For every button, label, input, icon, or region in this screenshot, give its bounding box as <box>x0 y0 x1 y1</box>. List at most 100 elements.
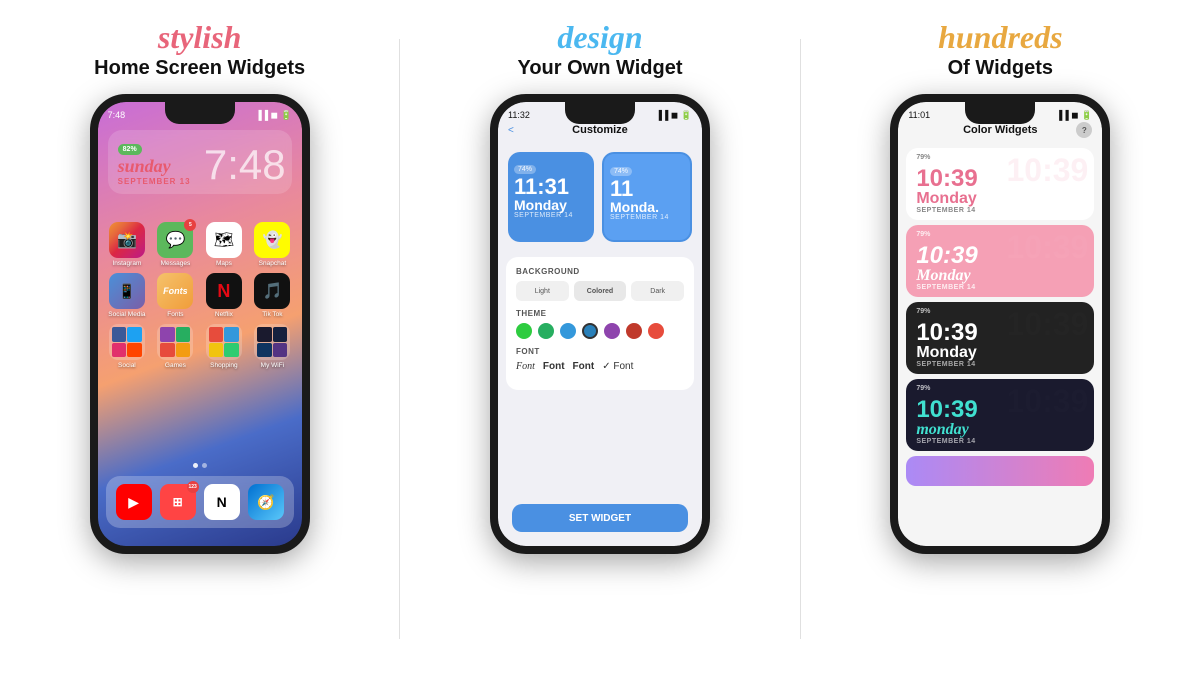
app-snap[interactable]: 👻 Snapchat <box>251 222 294 267</box>
netflix-icon: N <box>206 273 242 309</box>
cw-widget-pink[interactable]: 79% 10:39 10:39 Monday SEPTEMBER 14 <box>906 225 1094 297</box>
cw-date-light: SEPTEMBER 14 <box>916 207 1084 214</box>
dot-2 <box>202 463 207 468</box>
dock-shortcut[interactable]: ⊞ 123 <box>160 484 196 520</box>
nav-bar-2: < Customize <box>498 124 702 136</box>
cw-date-teal: SEPTEMBER 14 <box>916 438 1084 445</box>
phone3-wrap: 11:01 ▐▐ ◼ 🔋 Color Widgets ? 79% <box>890 94 1110 554</box>
instagram-icon: 📸 <box>109 222 145 258</box>
dock-youtube[interactable]: ▶ <box>116 484 152 520</box>
app-folder-games[interactable]: Games <box>154 324 197 369</box>
wp-battery-2: 74% <box>610 167 632 176</box>
messages-badge: 5 <box>184 219 196 231</box>
app-label-instagram: Instagram <box>112 260 141 267</box>
phone3-body: 11:01 ▐▐ ◼ 🔋 Color Widgets ? 79% <box>890 94 1110 554</box>
background-label: BACKGROUND <box>516 267 684 276</box>
folder-shopping <box>206 324 242 360</box>
wp-battery-1: 74% <box>514 165 536 174</box>
app-label-snap: Snapchat <box>259 260 286 267</box>
status-time-1: 7:48 <box>108 110 126 120</box>
theme-dot-6[interactable] <box>626 323 642 339</box>
cw-bg-time-teal: 10:39 <box>1006 385 1088 417</box>
page-dots-1 <box>193 463 207 468</box>
panel2-cursive: design <box>517 18 682 56</box>
app-fonts[interactable]: Fonts Fonts <box>154 273 197 318</box>
font-opt-4[interactable]: ✓ Font <box>602 361 633 372</box>
social-icon: 📱 <box>109 273 145 309</box>
theme-dot-1[interactable] <box>516 323 532 339</box>
screen1-bg: 7:48 ▐▐ ◼ 🔋 82% sunday SEPTEMBER 13 <box>98 102 302 546</box>
theme-section: THEME <box>516 309 684 339</box>
phone1-notch <box>165 102 235 124</box>
phone3-screen: 11:01 ▐▐ ◼ 🔋 Color Widgets ? 79% <box>898 102 1102 546</box>
cw-widget-light[interactable]: 79% 10:39 10:39 Monday SEPTEMBER 14 <box>906 148 1094 220</box>
screen3-bg: 11:01 ▐▐ ◼ 🔋 Color Widgets ? 79% <box>898 102 1102 546</box>
wp-day-2: Monda. <box>610 200 684 214</box>
phone2-screen: 11:32 ▐▐ ◼ 🔋 < Customize 74% <box>498 102 702 546</box>
cw-title: Color Widgets <box>963 124 1037 136</box>
widget-clock-1: 82% sunday SEPTEMBER 13 7:48 <box>108 130 292 194</box>
panel3-bold: Of Widgets <box>938 56 1063 80</box>
app-label-netflix: Netflix <box>215 311 233 318</box>
cw-top-light: 79% 10:39 <box>916 154 1084 161</box>
background-section: BACKGROUND Light Colored Dark <box>516 267 684 301</box>
app-label-folder-shopping: Shopping <box>210 362 237 369</box>
clock-date: SEPTEMBER 13 <box>118 177 191 186</box>
cw-day-dark: Monday <box>916 345 1084 361</box>
font-opt-1[interactable]: Font <box>516 361 535 372</box>
cw-widget-dark[interactable]: 79% 10:39 10:39 Monday SEPTEMBER 14 <box>906 302 1094 374</box>
cw-widget-partial <box>906 456 1094 486</box>
panel1-title: stylish Home Screen Widgets <box>94 18 305 80</box>
theme-dot-2[interactable] <box>538 323 554 339</box>
app-messages[interactable]: 💬 5 Messages <box>154 222 197 267</box>
theme-dot-7[interactable] <box>648 323 664 339</box>
cw-battery-pink: 79% <box>916 231 930 238</box>
theme-dot-4[interactable] <box>582 323 598 339</box>
cw-day-teal: monday <box>916 422 1084 438</box>
cw-battery-light: 79% <box>916 154 930 161</box>
font-label: FONT <box>516 347 684 356</box>
bg-dark[interactable]: Dark <box>631 281 684 301</box>
panel3-title: hundreds Of Widgets <box>938 18 1063 80</box>
nav-back-button[interactable]: < <box>508 125 514 136</box>
app-label-messages: Messages <box>161 260 191 267</box>
dock-notion[interactable]: N <box>204 484 240 520</box>
clock-day: sunday <box>118 156 191 177</box>
status-time-2: 11:32 <box>508 110 530 120</box>
theme-dot-5[interactable] <box>604 323 620 339</box>
app-grid-1: 📸 Instagram 💬 5 Messages <box>106 222 294 369</box>
widget-list: 79% 10:39 10:39 Monday SEPTEMBER 14 <box>906 148 1094 486</box>
app-folder-social[interactable]: Social <box>106 324 149 369</box>
cw-battery-dark: 79% <box>916 308 930 315</box>
font-opt-2[interactable]: Font <box>543 361 565 372</box>
phone3-notch <box>965 102 1035 124</box>
folder-games <box>157 324 193 360</box>
set-widget-button[interactable]: SET WIDGET <box>512 504 688 532</box>
bg-colored[interactable]: Colored <box>574 281 627 301</box>
app-label-fonts: Fonts <box>167 311 183 318</box>
app-maps[interactable]: 🗺 Maps <box>203 222 246 267</box>
widget-preview-2[interactable]: 74% 11 Monda. SEPTEMBER 14 <box>602 152 692 242</box>
app-tiktok[interactable]: 🎵 Tik Tok <box>251 273 294 318</box>
font-opt-3[interactable]: Font <box>573 361 595 372</box>
status-time-3: 11:01 <box>908 110 930 120</box>
dock-safari[interactable]: 🧭 <box>248 484 284 520</box>
bg-light[interactable]: Light <box>516 281 569 301</box>
cw-help-button[interactable]: ? <box>1076 122 1092 138</box>
app-folder-shopping[interactable]: Shopping <box>203 324 246 369</box>
widget-preview-1[interactable]: 74% 11:31 Monday SEPTEMBER 14 <box>508 152 594 242</box>
app-label-maps: Maps <box>216 260 232 267</box>
cw-top-teal: 79% 10:39 <box>916 385 1084 392</box>
app-social[interactable]: 📱 Social Media <box>106 273 149 318</box>
status-icons-2: ▐▐ ◼ 🔋 <box>656 110 692 121</box>
folder-social <box>109 324 145 360</box>
app-instagram[interactable]: 📸 Instagram <box>106 222 149 267</box>
theme-dot-3[interactable] <box>560 323 576 339</box>
cw-top-dark: 79% 10:39 <box>916 308 1084 315</box>
cw-date-dark: SEPTEMBER 14 <box>916 361 1084 368</box>
app-netflix[interactable]: N Netflix <box>203 273 246 318</box>
cw-widget-teal[interactable]: 79% 10:39 10:39 monday SEPTEMBER 14 <box>906 379 1094 451</box>
snap-icon: 👻 <box>254 222 290 258</box>
app-folder-mywifi[interactable]: My WiFi <box>251 324 294 369</box>
maps-icon: 🗺 <box>206 222 242 258</box>
